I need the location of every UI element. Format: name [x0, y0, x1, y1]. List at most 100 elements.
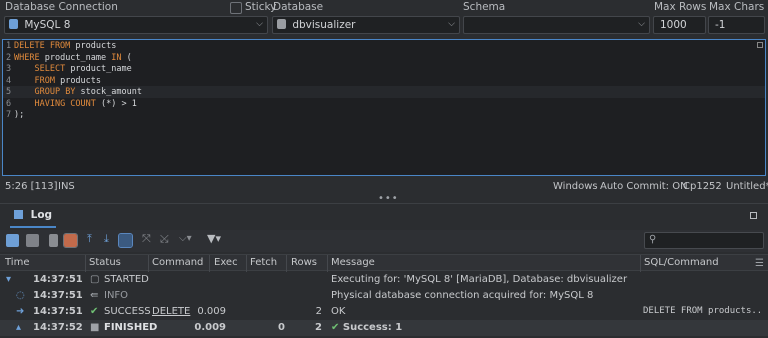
tab-log-label: Log: [30, 209, 53, 221]
code-line: GROUP BY stock_amount: [34, 87, 142, 97]
check-circle-icon: ✔: [90, 306, 99, 317]
database-label: Database: [273, 1, 324, 13]
line-number: 3: [6, 64, 12, 74]
database-connection-label: Database Connection: [5, 1, 118, 13]
sql-editor[interactable]: 1 DELETE FROM products 2 WHERE product_name…: [2, 39, 766, 176]
max-chars-label: Max Chars: [709, 1, 765, 13]
cell-sql: DELETE FROM products..: [643, 306, 763, 316]
line-number: 7: [6, 110, 12, 120]
code-line: );: [14, 110, 25, 120]
delete-icon[interactable]: [49, 234, 58, 247]
database-select[interactable]: dbvisualizer ⌵: [272, 16, 460, 34]
line-number: 2: [6, 52, 12, 63]
line-number: 6: [6, 98, 12, 109]
col-rows[interactable]: Rows: [291, 257, 317, 268]
auto-commit-status[interactable]: Auto Commit: ON: [600, 181, 688, 192]
cell-time: 14:37:52: [33, 322, 83, 333]
schema-select[interactable]: ⌵: [463, 16, 650, 34]
chevron-down-icon: ⌵: [448, 19, 455, 29]
line-endings[interactable]: Windows: [553, 181, 598, 192]
database-icon: [9, 19, 18, 29]
table-row[interactable]: ▴ ■ 14:37:52 FINISHED 0.009 0 2 ✔ Success: 1: [0, 320, 768, 336]
max-chars-input[interactable]: -1: [708, 16, 765, 34]
cell-status: STARTED: [104, 274, 149, 285]
cell-command[interactable]: DELETE: [152, 306, 190, 317]
cell-message: ✔ Success: 1: [331, 322, 403, 333]
sort-icon[interactable]: ⌵▾: [179, 233, 192, 246]
cell-status: FINISHED: [104, 322, 158, 333]
cell-time: 14:37:51: [33, 306, 83, 317]
expand-icon[interactable]: ⤧: [142, 232, 151, 245]
col-fetch[interactable]: Fetch: [250, 257, 277, 268]
database-value: dbvisualizer: [292, 19, 356, 31]
cell-status: SUCCESS: [104, 306, 151, 317]
log-search-input[interactable]: ⚲: [644, 232, 764, 249]
status-bar: 5:26 [113] INS Windows Auto Commit: ON C…: [0, 180, 768, 194]
sticky-checkbox[interactable]: [230, 2, 242, 14]
filter-errors-icon[interactable]: [63, 233, 78, 248]
info-bubble-icon: ◌: [16, 290, 25, 301]
tab-log[interactable]: Log: [10, 207, 57, 228]
cell-exec: 0.009: [197, 306, 226, 317]
col-message[interactable]: Message: [331, 257, 375, 268]
check-circle-icon: ✔: [331, 322, 343, 333]
table-row[interactable]: ◌ ⇚ 14:37:51 INFO Physical database connecti…: [0, 288, 768, 304]
move-up-icon[interactable]: ⤒: [87, 232, 92, 245]
table-row[interactable]: ▾ ▢ 14:37:51 STARTED Executing for: 'MySQL 8…: [0, 272, 768, 288]
table-row[interactable]: ➜ ✔ 14:37:51 SUCCESS DELETE 0.009 2 OK DELETE FR…: [0, 304, 768, 320]
log-panel: Log ⤒ ⤓ ⤧ ⤩ ⌵▾ ▼▾ ⚲ Time Status Command …: [0, 203, 768, 338]
col-time[interactable]: Time: [5, 257, 29, 268]
col-exec[interactable]: Exec: [214, 257, 238, 268]
line-number: 4: [6, 75, 12, 86]
triangle-up-icon: ▴: [16, 322, 22, 333]
cell-time: 14:37:51: [33, 274, 83, 285]
cell-time: 14:37:51: [33, 290, 83, 301]
stop-icon: ■: [90, 322, 100, 333]
cell-rows: 2: [315, 322, 322, 333]
cell-rows: 2: [315, 306, 322, 317]
cell-message: Physical database connection acquired fo…: [331, 290, 594, 301]
connection-value: MySQL 8: [24, 19, 71, 31]
maximize-icon[interactable]: [750, 212, 757, 219]
arrow-right-icon: ➜: [16, 306, 25, 317]
sticky-label: Sticky: [245, 1, 277, 13]
cell-message: OK: [331, 306, 346, 317]
col-sql-command[interactable]: SQL/Command: [644, 257, 719, 268]
editor-scroll-marker[interactable]: [757, 42, 763, 48]
code-line: SELECT product_name: [34, 64, 132, 74]
line-number: 5: [6, 87, 12, 97]
cell-exec: 0.009: [194, 322, 226, 333]
code-line: FROM products: [34, 75, 102, 86]
max-rows-input[interactable]: 1000: [653, 16, 706, 34]
filter-icon[interactable]: ▼▾: [207, 232, 221, 245]
database-icon: [277, 19, 286, 29]
cell-message: Executing for: 'MySQL 8' [MariaDB], Data…: [331, 274, 628, 285]
move-down-icon[interactable]: ⤓: [104, 232, 109, 245]
col-command[interactable]: Command: [152, 257, 203, 268]
code-line: HAVING COUNT (*) > 1: [34, 98, 137, 109]
triangle-down-icon[interactable]: ▾: [6, 274, 11, 285]
cell-fetch: 0: [278, 322, 285, 333]
scroll-lock-icon[interactable]: [118, 233, 133, 248]
collapse-icon[interactable]: ⤩: [160, 232, 169, 245]
log-tab-bar: Log: [0, 204, 768, 228]
chevron-down-icon: ⌵: [256, 19, 263, 29]
log-icon: [14, 210, 23, 219]
search-icon: ⚲: [649, 234, 657, 245]
column-menu-icon[interactable]: ☰: [755, 258, 764, 269]
cursor-position: 5:26 [113]: [5, 181, 58, 192]
start-icon: ▢: [90, 274, 100, 285]
col-status[interactable]: Status: [89, 257, 121, 268]
chevron-down-icon: ⌵: [638, 19, 645, 29]
copy-icon[interactable]: [26, 234, 39, 247]
insert-mode: INS: [58, 181, 75, 192]
line-number: 1: [6, 41, 12, 51]
save-icon[interactable]: [6, 234, 19, 247]
connection-select[interactable]: MySQL 8 ⌵: [4, 16, 268, 34]
file-name: Untitled*: [726, 181, 768, 192]
schema-label: Schema: [463, 1, 506, 13]
log-table-header: Time Status Command Exec Fetch Rows Mess…: [0, 254, 768, 272]
code-line: WHERE product_name IN (: [14, 52, 132, 63]
encoding[interactable]: Cp1252: [683, 181, 722, 192]
code-line: DELETE FROM products: [14, 41, 117, 51]
